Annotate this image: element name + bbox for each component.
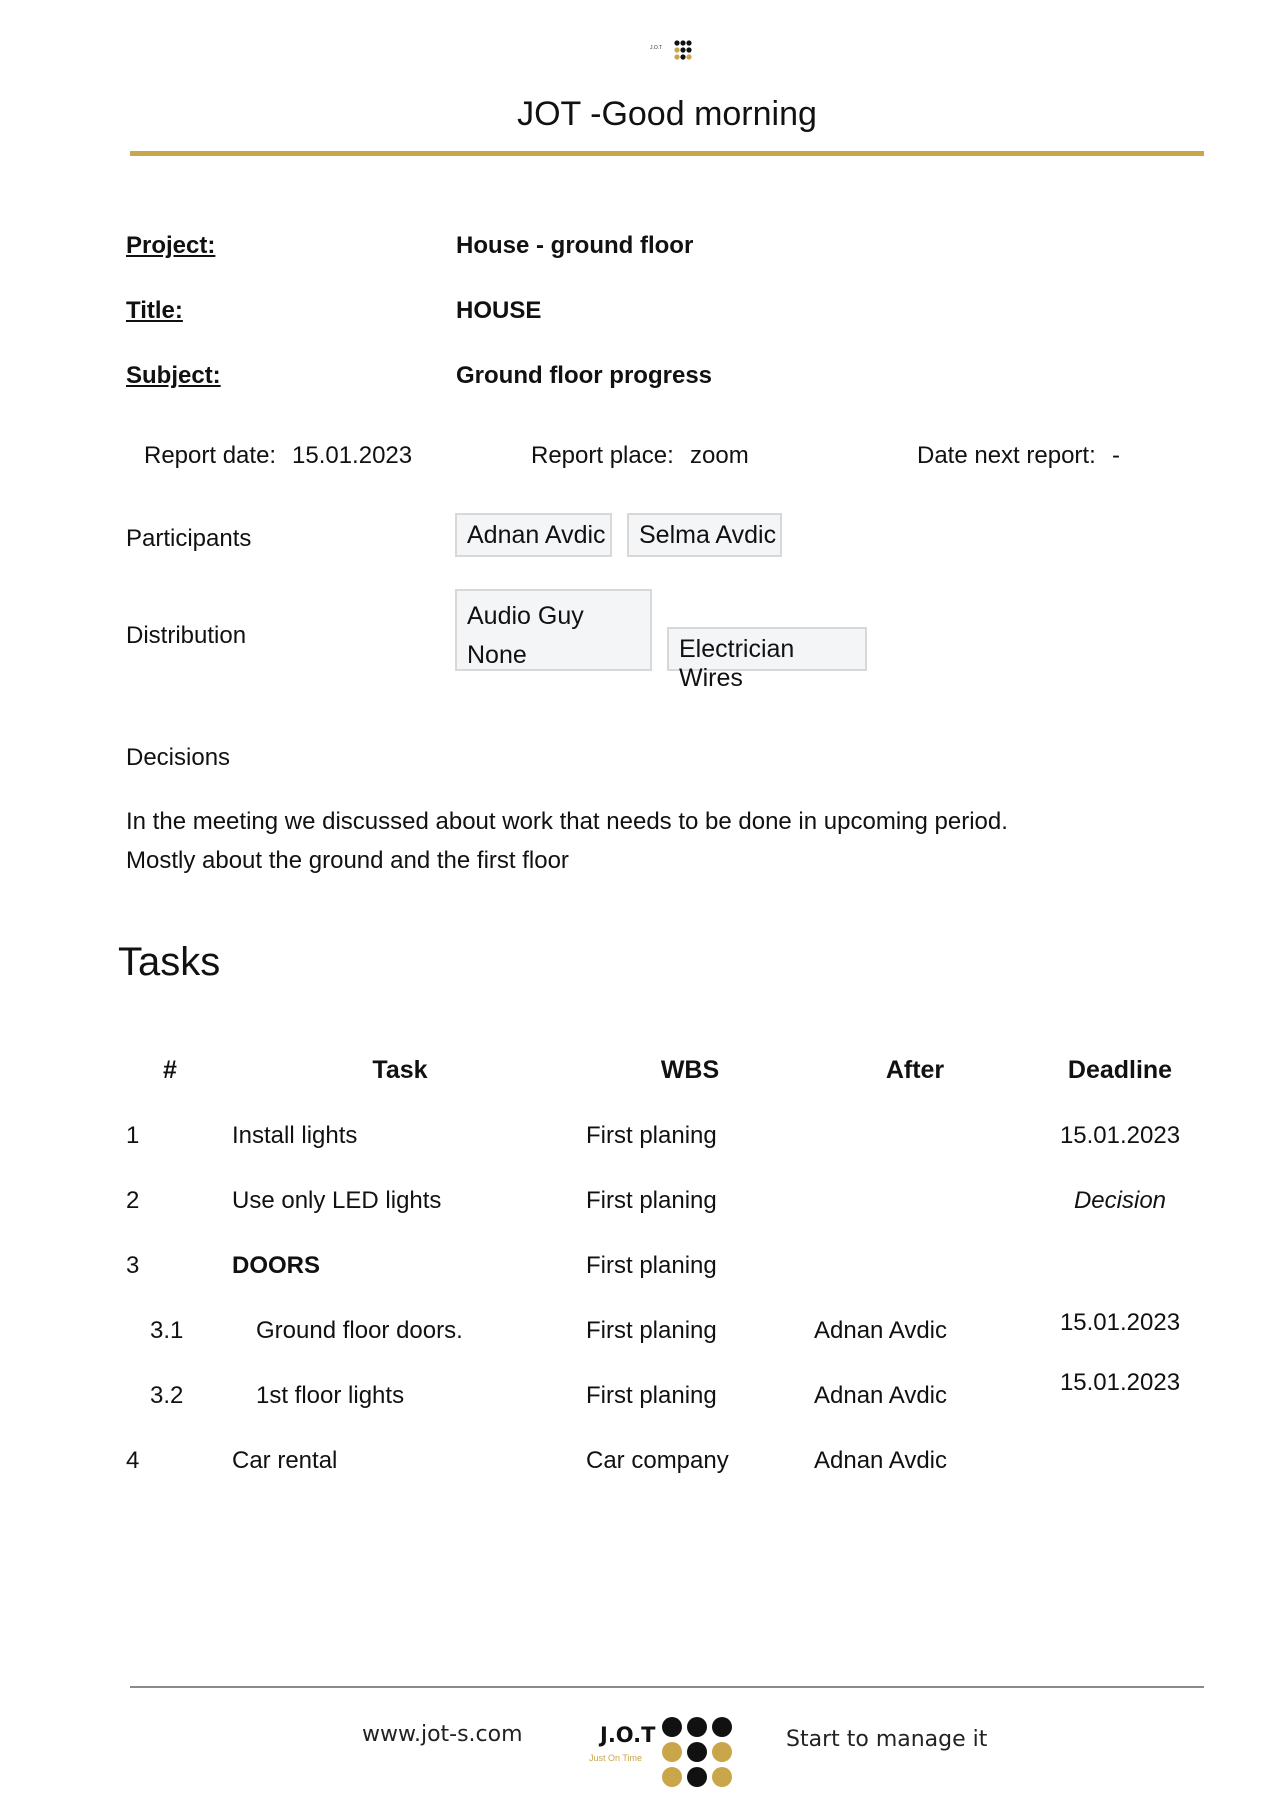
report-date-label: Report date: bbox=[144, 442, 277, 469]
task-name: Install lights bbox=[232, 1122, 358, 1149]
task-wbs: First planing bbox=[586, 1252, 717, 1279]
title-value: HOUSE bbox=[456, 297, 542, 324]
decisions-line: In the meeting we discussed about work t… bbox=[126, 808, 1008, 835]
distribution-name: Audio Guy bbox=[467, 602, 584, 630]
page-title: JOT -Good morning bbox=[517, 95, 817, 133]
column-header-task: Task bbox=[372, 1056, 428, 1084]
tasks-heading: Tasks bbox=[118, 940, 221, 984]
header-divider bbox=[130, 151, 1204, 156]
task-wbs: First planing bbox=[586, 1382, 717, 1409]
report-place-value: zoom bbox=[690, 442, 749, 469]
task-deadline: 15.01.2023 bbox=[1059, 1309, 1181, 1336]
task-number: 3.2 bbox=[150, 1382, 184, 1409]
participant-chip[interactable]: Adnan Avdic bbox=[455, 513, 612, 557]
task-name: DOORS bbox=[232, 1252, 321, 1279]
task-number: 2 bbox=[126, 1187, 140, 1214]
task-wbs: First planing bbox=[586, 1122, 717, 1149]
column-header-after: After bbox=[885, 1056, 945, 1084]
task-number: 1 bbox=[126, 1122, 140, 1149]
footer-website-link[interactable]: www.jot-s.com bbox=[362, 1722, 523, 1747]
column-header-deadline: Deadline bbox=[1067, 1056, 1173, 1084]
task-wbs: Car company bbox=[586, 1447, 729, 1474]
subject-label: Subject: bbox=[126, 362, 221, 389]
next-report-value: - bbox=[1112, 442, 1120, 469]
task-wbs: First planing bbox=[586, 1187, 717, 1214]
report-date-value: 15.01.2023 bbox=[292, 442, 413, 469]
footer-slogan: Start to manage it bbox=[786, 1727, 988, 1752]
column-header-number: # bbox=[163, 1056, 177, 1084]
participant-chip[interactable]: Selma Avdic bbox=[627, 513, 782, 557]
distribution-label: Distribution bbox=[126, 622, 247, 649]
next-report-label: Date next report: bbox=[917, 442, 1096, 469]
distribution-chip[interactable]: Audio Guy None bbox=[455, 589, 652, 671]
task-wbs: First planing bbox=[586, 1317, 717, 1344]
decisions-label: Decisions bbox=[126, 744, 231, 771]
footer-brand-name: J.O.T bbox=[600, 1723, 656, 1747]
task-number: 3.1 bbox=[150, 1317, 184, 1344]
task-number: 4 bbox=[126, 1447, 140, 1474]
task-after: Adnan Avdic bbox=[814, 1382, 947, 1409]
distribution-sub: None bbox=[467, 641, 527, 669]
top-logo: J.O.T bbox=[650, 40, 692, 60]
decisions-line: Mostly about the ground and the first fl… bbox=[126, 847, 569, 874]
distribution-chip[interactable]: Electrician Wires bbox=[667, 627, 867, 692]
task-name: Use only LED lights bbox=[232, 1187, 442, 1214]
task-after: Adnan Avdic bbox=[814, 1447, 947, 1474]
project-value: House - ground floor bbox=[456, 232, 694, 259]
task-after: Adnan Avdic bbox=[814, 1317, 947, 1344]
footer-logo-dots-icon bbox=[662, 1717, 732, 1787]
report-place-label: Report place: bbox=[531, 442, 674, 469]
column-header-wbs: WBS bbox=[660, 1056, 720, 1084]
top-logo-text: J.O.T bbox=[650, 45, 662, 51]
task-name: Ground floor doors. bbox=[256, 1317, 463, 1344]
participant-name: Adnan Avdic bbox=[467, 521, 606, 549]
participant-name: Selma Avdic bbox=[639, 521, 777, 549]
distribution-name: Electrician Wires bbox=[679, 635, 795, 692]
participants-label: Participants bbox=[126, 525, 252, 552]
project-label: Project: bbox=[126, 232, 216, 259]
task-name: Car rental bbox=[232, 1447, 338, 1474]
footer-brand-tagline: Just On Time bbox=[589, 1753, 643, 1763]
task-name: 1st floor lights bbox=[256, 1382, 405, 1409]
footer-divider bbox=[130, 1686, 1204, 1688]
task-deadline: Decision bbox=[1073, 1187, 1167, 1214]
task-deadline: 15.01.2023 bbox=[1059, 1369, 1181, 1396]
title-label: Title: bbox=[126, 297, 183, 324]
task-deadline: 15.01.2023 bbox=[1059, 1122, 1181, 1149]
task-number: 3 bbox=[126, 1252, 140, 1279]
subject-value: Ground floor progress bbox=[456, 362, 713, 389]
